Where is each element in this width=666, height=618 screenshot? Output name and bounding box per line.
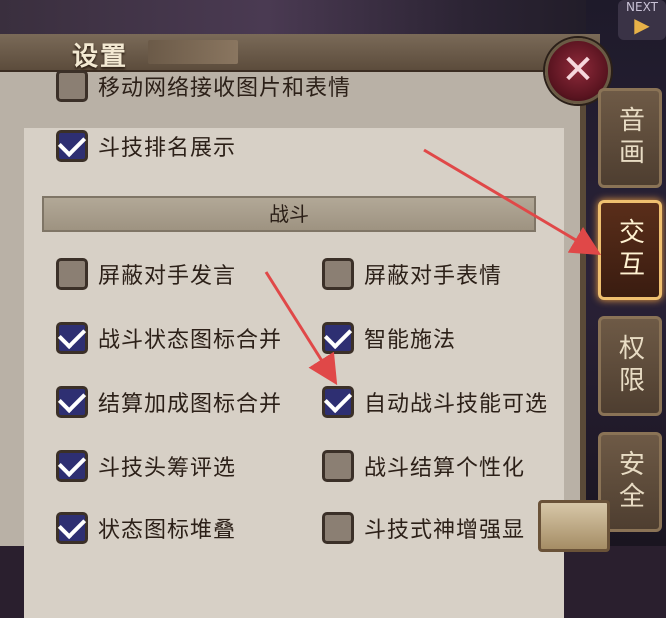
arrow-to-auto-battle-skill: [264, 271, 338, 386]
annotation-arrows: [264, 148, 602, 386]
arrow-to-interaction-tab: [423, 148, 602, 256]
